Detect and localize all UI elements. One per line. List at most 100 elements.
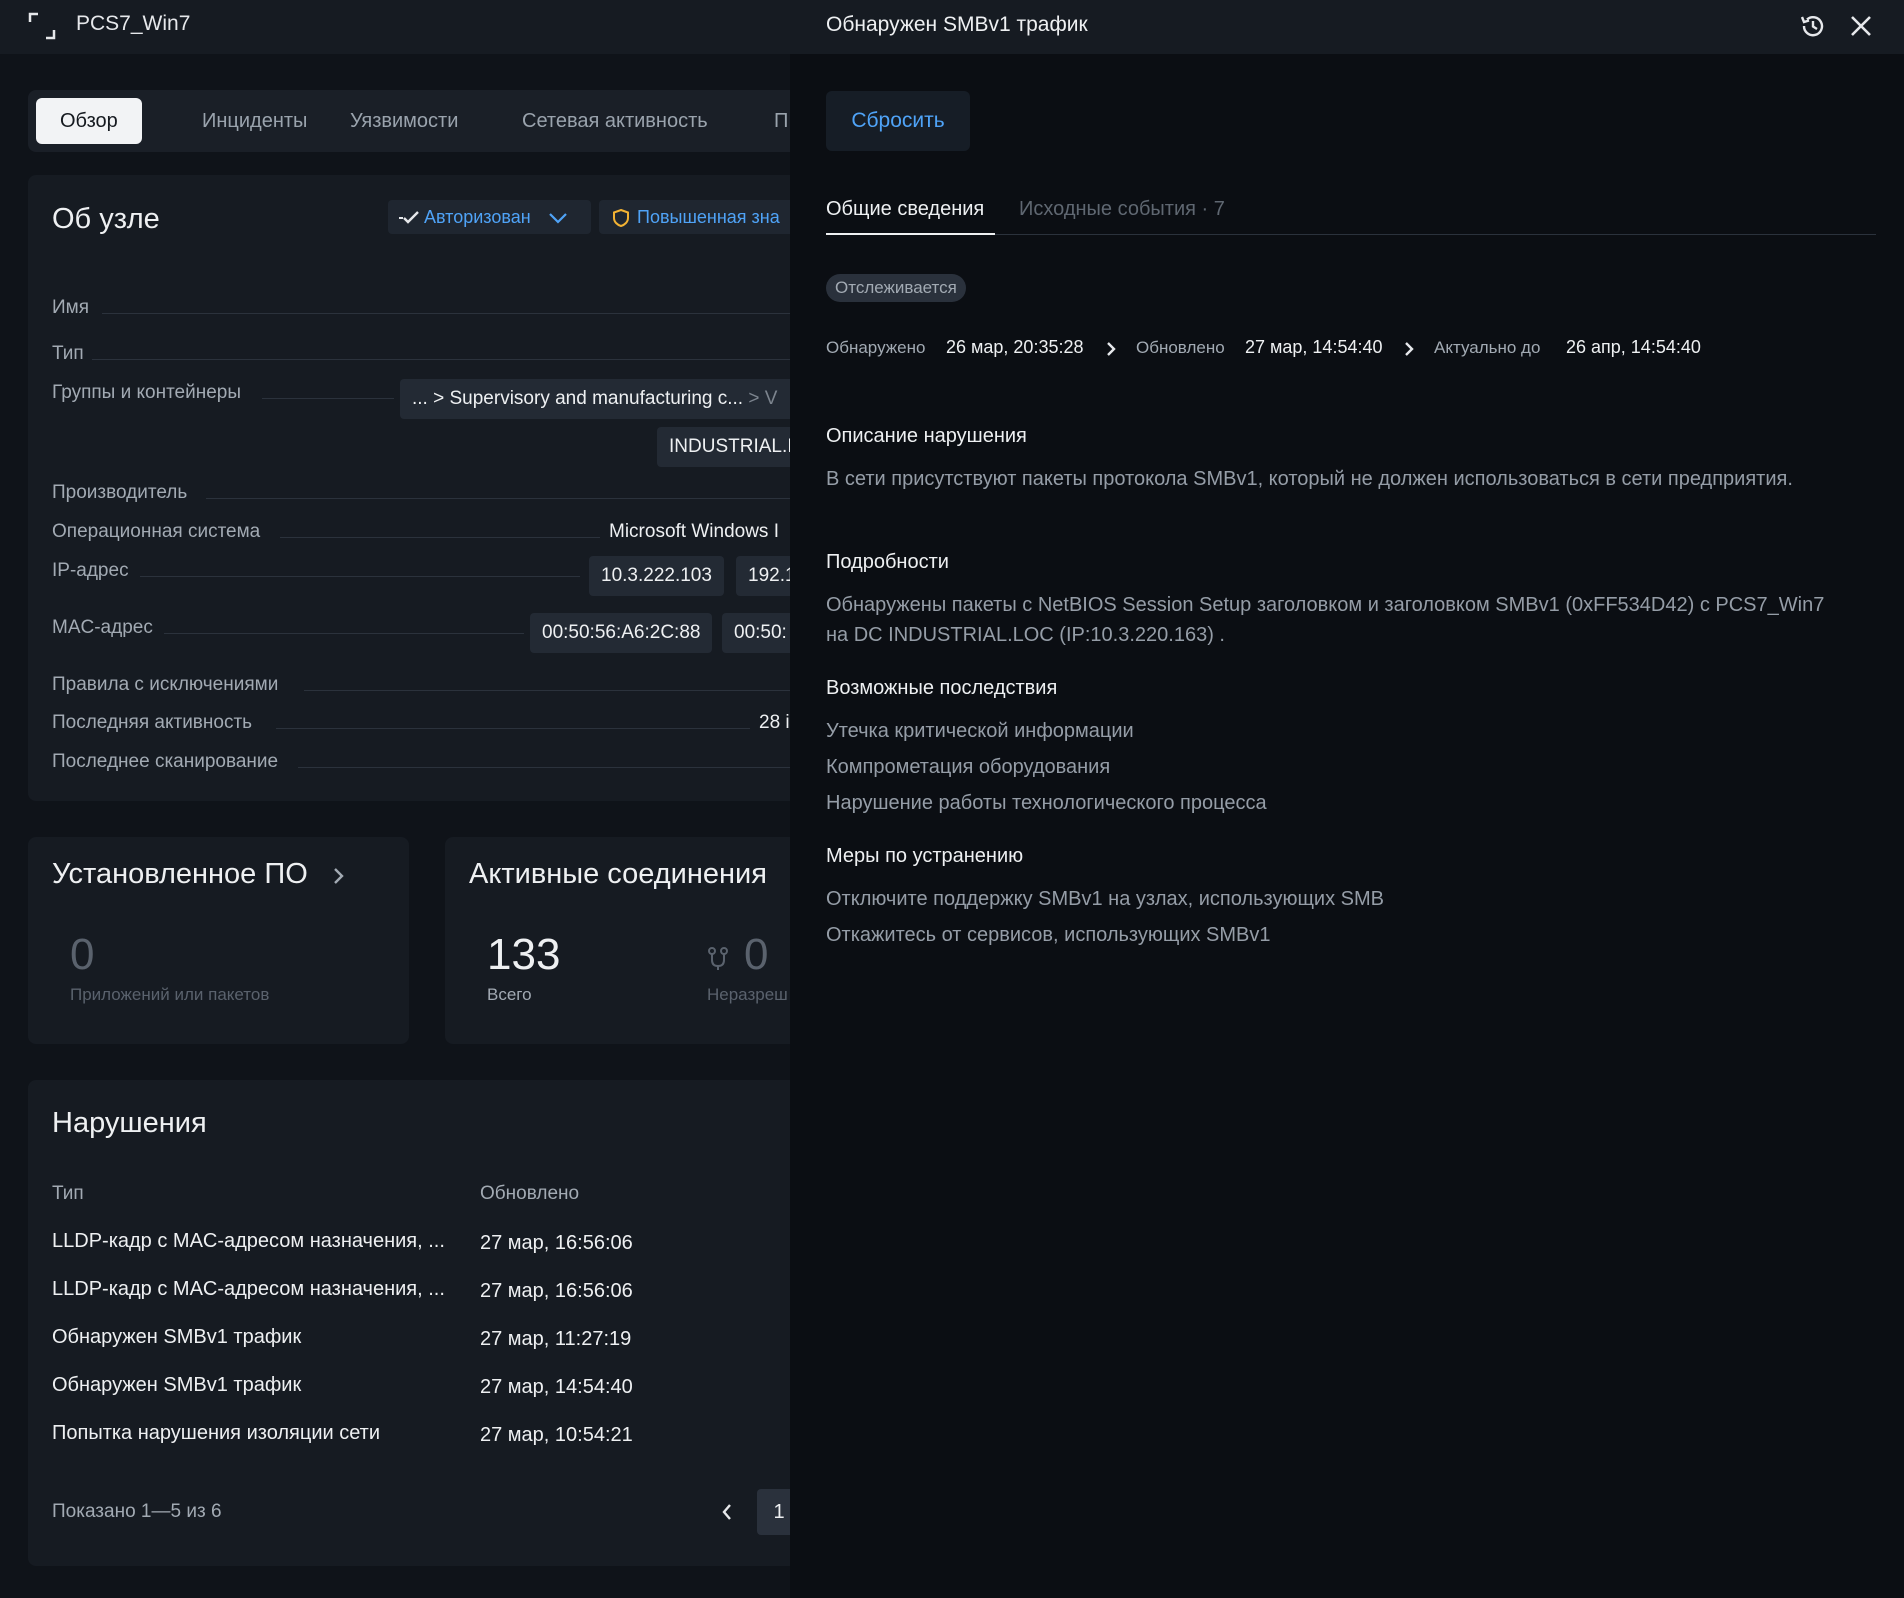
group-path-chip[interactable]: ... > Supervisory and manufacturing c...…: [400, 379, 790, 419]
about-node-title: Об узле: [52, 203, 160, 235]
history-icon[interactable]: [1798, 11, 1828, 41]
list-item: Отключите поддержку SMBv1 на узлах, испо…: [826, 888, 1384, 910]
violation-type: LLDP-кадр с MAC-адресом назначения, ...: [52, 1230, 445, 1252]
group-path-suffix: > V: [748, 388, 778, 409]
importance-status-chip[interactable]: Повышенная зна: [599, 200, 790, 234]
violation-updated: 27 мар, 16:56:06: [480, 1280, 633, 1302]
authorized-status-label: Авторизован: [424, 207, 531, 227]
updated-label: Обновлено: [1136, 338, 1225, 357]
ip-chip[interactable]: 10.3.222.103: [589, 556, 724, 596]
valid-until-value: 26 апр, 14:54:40: [1566, 337, 1701, 357]
node-pane: PCS7_Win7 Обзор Инциденты Уязвимости Сет…: [0, 0, 790, 1598]
mac-chip[interactable]: 00:50:56:A6:2C:88: [530, 613, 713, 653]
valid-until-label: Актуально до: [1434, 338, 1541, 357]
mac-chip[interactable]: 00:50:: [722, 613, 790, 653]
violations-col-type: Тип: [52, 1183, 84, 1204]
field-divider: [164, 633, 524, 634]
field-last-scan-label: Последнее сканирование: [52, 751, 279, 772]
violations-title: Нарушения: [52, 1107, 207, 1139]
shield-icon: [613, 209, 629, 228]
tab-vulnerabilities[interactable]: Уязвимости: [326, 98, 482, 144]
node-header: PCS7_Win7: [0, 0, 790, 54]
violations-card: [28, 1080, 790, 1566]
connections-total: 133: [487, 930, 561, 979]
tab-overview[interactable]: Обзор: [36, 98, 142, 144]
description-text: В сети присутствуют пакеты протокола SMB…: [826, 468, 1793, 490]
connections-unauthorized: 0: [744, 930, 769, 979]
field-divider: [276, 728, 750, 729]
field-divider: [298, 767, 790, 768]
violation-type: Попытка нарушения изоляции сети: [52, 1422, 381, 1444]
field-last-activity-label: Последняя активность: [52, 712, 253, 733]
ip-chip[interactable]: 192.1: [736, 556, 790, 596]
close-icon[interactable]: [1846, 11, 1876, 41]
field-ip-label: IP-адрес: [52, 560, 129, 581]
field-groups-label: Группы и контейнеры: [52, 382, 242, 403]
field-type-label: Тип: [52, 343, 84, 364]
tab-incidents[interactable]: Инциденты: [178, 98, 331, 144]
field-divider: [102, 313, 790, 314]
tab-general[interactable]: Общие сведения: [826, 198, 984, 221]
remediation-title: Меры по устранению: [826, 845, 1024, 867]
violation-type: Обнаружен SMBv1 трафик: [52, 1374, 302, 1396]
list-item: Утечка критической информации: [826, 720, 1134, 742]
connections-total-label: Всего: [487, 985, 532, 1004]
check-icon: [399, 211, 419, 224]
violation-updated: 27 мар, 11:27:19: [480, 1328, 632, 1350]
chevron-down-icon: [548, 213, 567, 224]
drawer-title: Обнаружен SMBv1 трафик: [826, 13, 1088, 36]
details-text: Обнаружены пакеты с NetBIOS Session Setu…: [826, 594, 1825, 646]
field-divider: [206, 498, 790, 499]
details-title: Подробности: [826, 551, 949, 573]
connections-unauthorized-label: Неразреш: [707, 985, 788, 1004]
reset-button[interactable]: Сбросить: [826, 91, 970, 151]
field-os-label: Операционная система: [52, 521, 261, 542]
chevron-right-icon[interactable]: [332, 866, 346, 886]
field-mac-label: MAC-адрес: [52, 617, 153, 638]
list-item: Нарушение работы технологического процес…: [826, 792, 1267, 814]
node-title: PCS7_Win7: [76, 12, 191, 35]
node-tabs: Обзор Инциденты Уязвимости Сетевая актив…: [28, 90, 790, 152]
installed-software-title[interactable]: Установленное ПО: [52, 858, 308, 891]
chevron-left-icon[interactable]: [719, 1500, 735, 1524]
violation-updated: 27 мар, 14:54:40: [480, 1376, 633, 1398]
field-name-label: Имя: [52, 297, 90, 318]
group-path-prefix: ... >: [412, 388, 445, 409]
field-divider: [280, 537, 600, 538]
tab-more[interactable]: П: [750, 98, 790, 144]
violation-type: LLDP-кадр с MAC-адресом назначения, ...: [52, 1278, 445, 1300]
pagination-summary: Показано 1—5 из 6: [52, 1501, 222, 1522]
violation-updated: 27 мар, 10:54:21: [480, 1424, 633, 1446]
violation-drawer: Обнаружен SMBv1 трафик Сбросить Общие св…: [790, 0, 1904, 1598]
active-tab-indicator: [826, 233, 995, 235]
list-item: Компрометация оборудования: [826, 756, 1111, 778]
importance-status-label: Повышенная зна: [637, 207, 780, 227]
expand-icon[interactable]: [28, 12, 56, 40]
software-count-label: Приложений или пакетов: [70, 985, 270, 1004]
field-divider: [92, 359, 790, 360]
updated-value: 27 мар, 14:54:40: [1245, 337, 1383, 357]
detected-label: Обнаружено: [826, 338, 926, 357]
group-path-main: Supervisory and manufacturing c...: [449, 388, 744, 409]
description-title: Описание нарушения: [826, 425, 1027, 447]
consequences-title: Возможные последствия: [826, 677, 1058, 699]
drawer-header: Обнаружен SMBv1 трафик: [790, 0, 1904, 54]
authorized-status-dropdown[interactable]: Авторизован: [388, 200, 591, 234]
active-connections-title[interactable]: Активные соединения: [469, 858, 767, 891]
tab-source-events[interactable]: Исходные события · 7: [1019, 198, 1225, 221]
violation-updated: 27 мар, 16:56:06: [480, 1232, 633, 1254]
unauthorized-icon: [708, 947, 728, 970]
list-item: Откажитесь от сервисов, использующих SMB…: [826, 924, 1271, 946]
last-activity-value: 28 i: [759, 712, 790, 733]
page-button-1[interactable]: 1: [757, 1489, 790, 1535]
group-second-chip[interactable]: INDUSTRIAL.I: [657, 427, 790, 467]
field-exception-rules-label: Правила с исключениями: [52, 674, 279, 695]
chevron-right-icon: [1107, 342, 1116, 356]
field-divider: [262, 398, 394, 399]
status-badge: Отслеживается: [826, 274, 966, 302]
tab-network-activity[interactable]: Сетевая активность: [498, 98, 732, 144]
field-divider: [304, 690, 790, 691]
software-count: 0: [70, 930, 95, 979]
chevron-right-icon: [1405, 342, 1414, 356]
violations-col-updated: Обновлено: [480, 1183, 580, 1204]
